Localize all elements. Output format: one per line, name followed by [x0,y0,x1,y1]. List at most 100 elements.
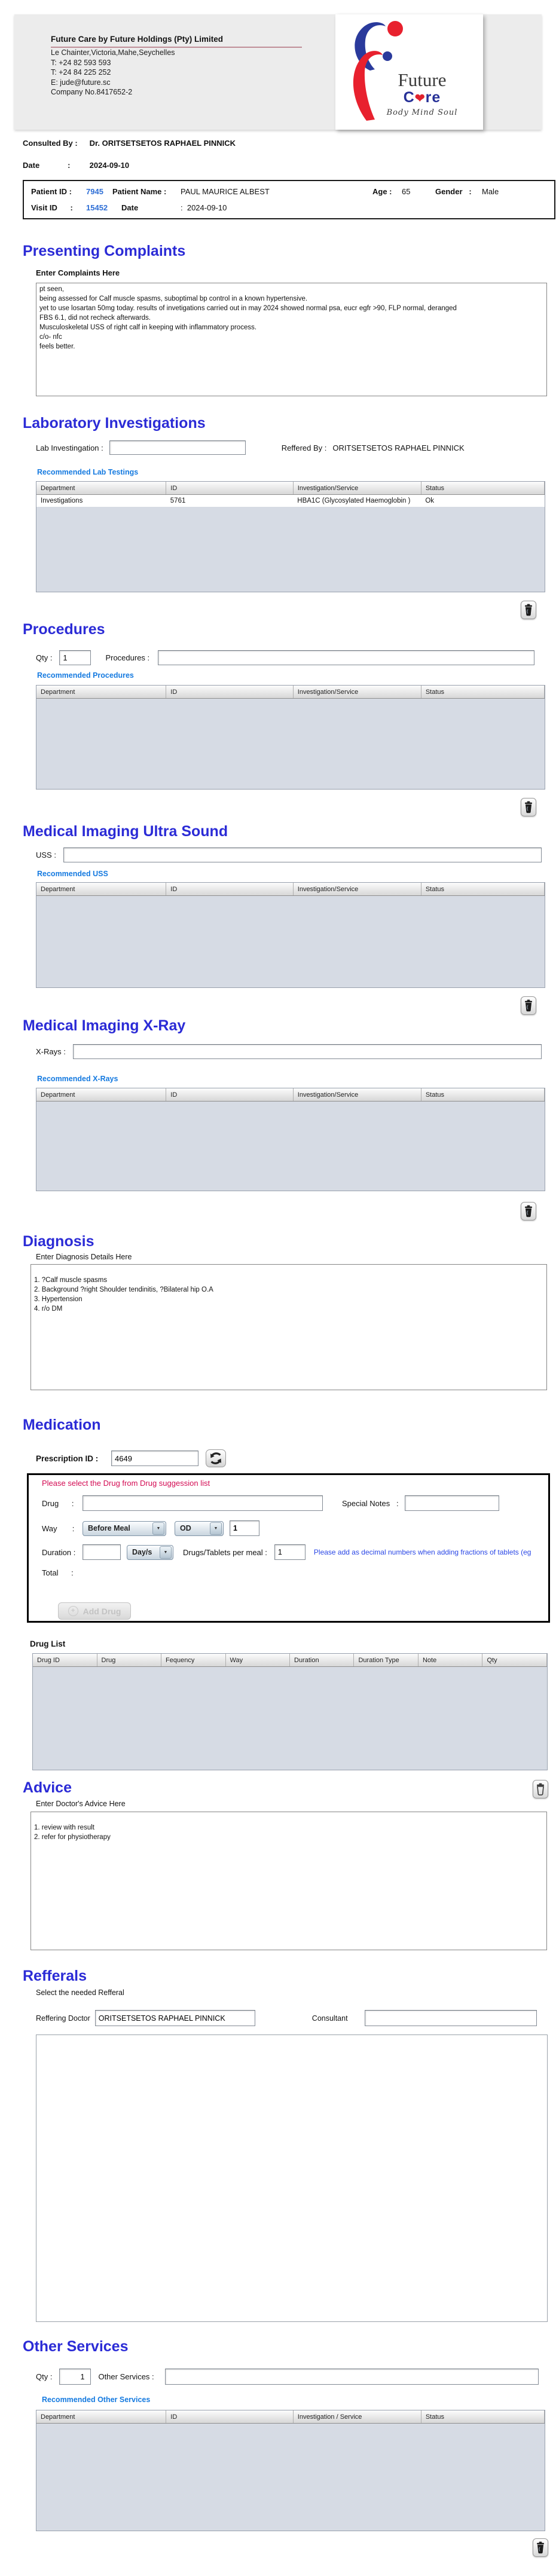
section-title-laboratory: Laboratory Investigations [23,415,206,432]
chevron-down-icon: ▼ [152,1522,164,1535]
delete-xray-button[interactable] [521,1202,536,1220]
delete-advice-button[interactable] [533,1780,548,1798]
column-header-drug-id[interactable]: Drug ID [33,1654,97,1667]
drug-list-table: Drug ID Drug Fequency Way Duration Duration T… [33,1654,547,1667]
way-meal-select[interactable]: Before Meal ▼ [83,1520,166,1536]
heart-icon: ❤ [414,92,426,105]
company-email: E: jude@future.sc [51,78,111,87]
column-header-id[interactable]: ID [166,883,294,896]
company-name: Future Care by Future Holdings (Pty) Lim… [51,35,302,48]
column-header-status[interactable]: Status [421,1088,545,1102]
total-label: Total : [42,1568,74,1577]
referring-doctor-label: Reffering Doctor [36,2014,90,2023]
per-meal-input[interactable] [274,1544,306,1560]
drug-input[interactable] [83,1495,323,1511]
prescription-id-input[interactable] [111,1451,198,1466]
xray-label: X-Rays : [36,1047,66,1056]
recommended-uss-table: Department ID Investigation/Service Status [36,883,545,896]
other-services-input[interactable] [164,2369,539,2385]
referred-by-value: ORITSETSETOS RAPHAEL PINNICK [332,443,465,452]
complaints-textarea[interactable]: pt seen, being assessed for Calf muscle … [36,283,547,396]
column-header-status[interactable]: Status [421,482,545,495]
lab-investigation-input[interactable] [109,440,246,455]
column-header-investigation-service[interactable]: Investigation/Service [293,686,421,699]
column-header-status[interactable]: Status [421,883,545,896]
column-header-note[interactable]: Note [418,1654,483,1667]
column-header-duration-type[interactable]: Duration Type [353,1654,418,1667]
recommended-other-services-table: Department ID Investigation / Service Statu… [36,2410,545,2424]
per-meal-label: Drugs/Tablets per meal : [183,1547,267,1557]
column-header-status[interactable]: Status [421,686,545,699]
table-cell: Investigations [36,494,166,507]
table-row[interactable]: Investigations 5761 HBA1C (Glycosylated Ha… [36,494,545,507]
add-drug-button[interactable]: + Add Drug [58,1602,131,1620]
delete-lab-test-button[interactable] [521,601,536,619]
recommended-lab-table: Department ID Investigation/Service Status I… [36,482,545,507]
uss-input[interactable] [63,848,542,862]
column-header-investigation-service[interactable]: Investigation/Service [293,482,421,495]
refresh-prescription-button[interactable] [206,1449,226,1467]
section-title-medication: Medication [23,1417,101,1433]
column-header-id[interactable]: ID [166,2410,294,2424]
trash-icon [525,1205,532,1217]
advice-textarea[interactable]: 1. review with result 2. refer for physi… [30,1812,547,1950]
referring-doctor-input[interactable] [94,2010,255,2026]
column-header-department[interactable]: Department [36,2410,167,2424]
trash-icon [537,1783,544,1795]
header-row: Department ID Investigation/Service Status [36,1088,545,1102]
table-cell: Ok [421,494,545,507]
column-header-duration[interactable]: Duration [289,1654,355,1667]
column-header-status[interactable]: Status [421,2410,545,2424]
column-header-way[interactable]: Way [225,1654,291,1667]
xray-input[interactable] [72,1044,542,1059]
column-header-department[interactable]: Department [36,883,167,896]
fraction-note: Please add as decimal numbers when addin… [313,1548,531,1556]
recommended-uss-grid: Department ID Investigation/Service Status [36,882,545,988]
patient-name-value: PAUL MAURICE ALBEST [181,187,270,196]
special-notes-input[interactable] [404,1495,499,1511]
advice-label: Enter Doctor's Advice Here [36,1800,126,1808]
other-services-qty-input[interactable] [59,2369,91,2385]
consultant-input[interactable] [364,2010,537,2026]
column-header-investigation-service[interactable]: Investigation / Service [293,2410,421,2424]
section-title-presenting-complaints: Presenting Complaints [23,243,186,259]
chevron-down-icon: ▼ [160,1546,172,1559]
visit-id-value: 15452 [86,203,108,212]
consult-date-label: Date : [23,161,71,170]
recommended-procedures-table: Department ID Investigation/Service Status [36,686,545,699]
column-header-drug[interactable]: Drug [97,1654,162,1667]
column-header-fequency[interactable]: Fequency [161,1654,226,1667]
consultant-label: Consultant [311,2014,348,2023]
way-qty-input[interactable] [230,1520,259,1536]
delete-other-service-button[interactable] [533,2538,548,2557]
patient-name-label: Patient Name : [112,187,167,196]
column-header-department[interactable]: Department [36,1088,167,1102]
column-header-id[interactable]: ID [166,482,294,495]
way-frequency-select[interactable]: OD ▼ [175,1520,224,1536]
visit-date-value: : 2024-09-10 [181,203,227,212]
recommended-procedures-link: Recommended Procedures [37,671,134,680]
recommended-lab-testings-link: Recommended Lab Testings [37,468,139,476]
delete-uss-button[interactable] [521,996,536,1015]
procedures-input[interactable] [158,650,535,665]
logo-care-re: re [425,89,441,106]
age-value: 65 [402,187,411,196]
delete-procedure-button[interactable] [521,798,536,816]
column-header-investigation-service[interactable]: Investigation/Service [293,1088,421,1102]
procedures-qty-input[interactable] [59,650,91,665]
other-services-label: Other Services : [98,2372,154,2381]
column-header-id[interactable]: ID [166,686,294,699]
logo-word-future: Future [398,69,447,90]
diagnosis-textarea[interactable]: 1. ?Calf muscle spasms 2. Background ?ri… [30,1264,547,1390]
column-header-id[interactable]: ID [166,1088,294,1102]
patient-info-box: Patient ID : 7945 Patient Name : PAUL MA… [23,180,555,219]
duration-input[interactable] [83,1544,121,1560]
column-header-department[interactable]: Department [36,686,167,699]
table-cell: 5761 [166,494,294,507]
column-header-investigation-service[interactable]: Investigation/Service [293,883,421,896]
logo-care-c: C [403,89,415,106]
duration-unit-select[interactable]: Day/s ▼ [127,1544,173,1560]
section-title-diagnosis: Diagnosis [23,1233,94,1250]
column-header-department[interactable]: Department [36,482,167,495]
column-header-qty[interactable]: Qty [482,1654,547,1667]
